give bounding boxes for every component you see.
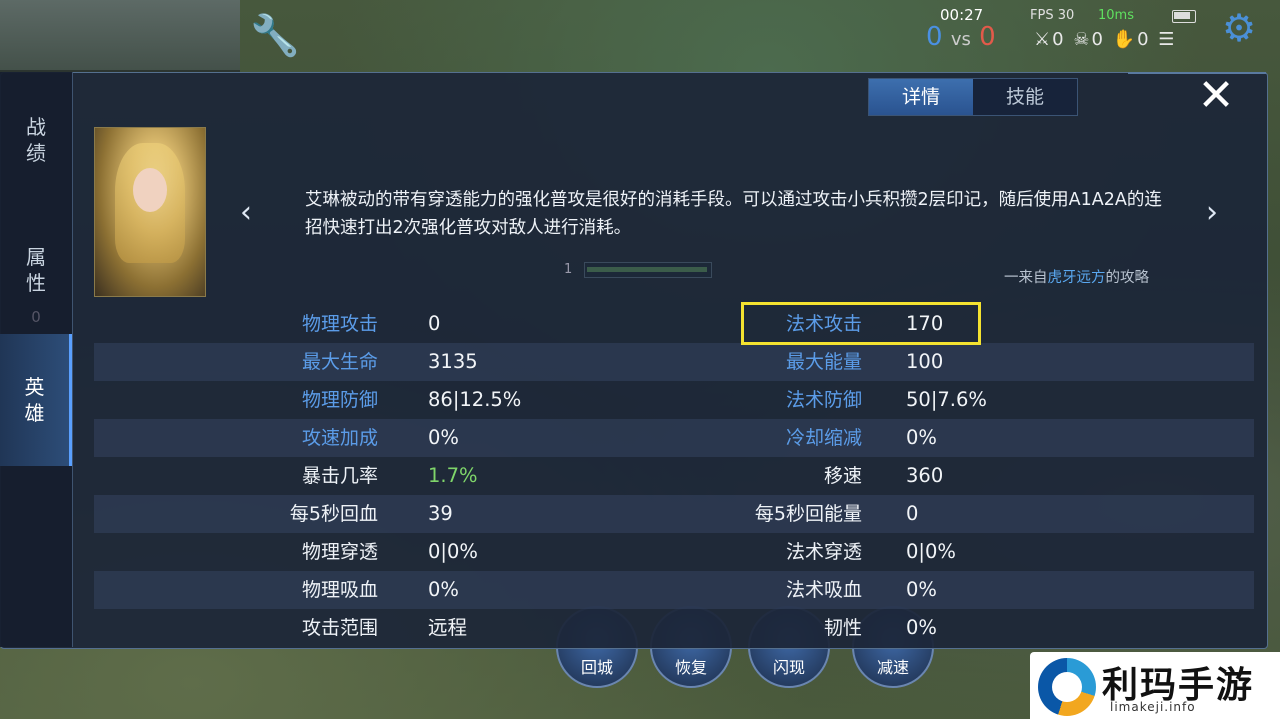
stat-value: 39 [428, 502, 453, 525]
kda-readout: ⚔0 ☠0 ✋0 ☰ [1034, 29, 1176, 50]
stat-value: 0% [428, 426, 459, 449]
kills-count: 0 [1052, 29, 1066, 50]
stat-row: 暴击几率 1.7% 移速 360 [94, 457, 1254, 495]
tab-bar: 详情 技能 [868, 78, 1078, 116]
stat-value: 0|0% [906, 540, 956, 563]
skill-label: 回城 [580, 658, 613, 677]
stat-value: 3135 [428, 350, 478, 373]
fps-readout: FPS 30 [1030, 8, 1075, 23]
tip-source-suffix: 的攻略 [1105, 270, 1150, 286]
portrait-face [133, 168, 167, 212]
hand-icon: ✋ [1112, 29, 1138, 50]
deaths-count: 0 [1091, 29, 1105, 50]
blue-score: 0 [926, 22, 943, 52]
stat-label[interactable]: 最大能量 [712, 343, 862, 381]
skull-icon: ☠ [1073, 29, 1092, 50]
tab-skills[interactable]: 技能 [973, 79, 1077, 115]
stat-value: 0 [428, 312, 441, 335]
tip-page-indicator[interactable] [584, 262, 712, 278]
stat-value: 50|7.6% [906, 388, 987, 411]
stat-label: 攻击范围 [301, 617, 378, 639]
skill-label: 减速 [876, 658, 909, 677]
list-icon[interactable]: ☰ [1158, 29, 1176, 50]
sidebar-item-hero[interactable]: 英 雄 [0, 334, 72, 466]
gear-icon[interactable]: ⚙ [1222, 6, 1256, 50]
stat-value: 远程 [428, 616, 468, 639]
skill-label: 恢复 [674, 658, 707, 677]
watermark-url: limakeji.info [1110, 700, 1196, 714]
chevron-right-icon[interactable]: › [1206, 195, 1218, 230]
stat-value: 0% [906, 616, 937, 639]
stat-label: 韧性 [823, 617, 862, 639]
stat-value: 0% [906, 578, 937, 601]
stat-row: 攻速加成 0% 冷却缩减 0% [94, 419, 1254, 457]
stat-label: 法术穿透 [785, 541, 862, 563]
chevron-left-icon[interactable]: ‹ [240, 195, 252, 230]
stat-value: 0% [428, 578, 459, 601]
watermark-logo-icon [1038, 658, 1096, 716]
tip-source-prefix: 一来自 [1004, 270, 1048, 286]
sidebar-zero: 0 [31, 308, 41, 326]
stat-value: 360 [906, 464, 944, 487]
stat-row: 物理防御 86|12.5% 法术防御 50|7.6% [94, 381, 1254, 419]
stat-label[interactable]: 法术防御 [712, 381, 862, 419]
stat-value: 100 [906, 350, 944, 373]
highlight-box [741, 302, 981, 345]
stat-value: 0|0% [428, 540, 478, 563]
stat-row: 攻击范围 远程 韧性 0% [94, 609, 1254, 647]
battery-icon [1172, 10, 1196, 23]
minimap[interactable] [0, 0, 240, 72]
sidebar-item-attributes[interactable]: 属 性 [0, 244, 72, 304]
stat-label: 每5秒回能量 [754, 503, 862, 525]
stat-value: 0% [906, 426, 937, 449]
close-icon[interactable]: ✕ [1190, 74, 1242, 118]
stat-label[interactable]: 最大生命 [228, 343, 378, 381]
stat-row: 物理攻击 0 法术攻击 170 [94, 305, 1254, 343]
stat-row: 物理吸血 0% 法术吸血 0% [94, 571, 1254, 609]
tip-source-author[interactable]: 虎牙远方 [1048, 270, 1106, 286]
stat-label[interactable]: 物理防御 [228, 381, 378, 419]
sidebar-item-record[interactable]: 战 绩 [0, 114, 72, 174]
stat-value: 0 [906, 502, 919, 525]
tip-source: 一来自虎牙远方的攻略 [1004, 266, 1149, 287]
stat-row: 每5秒回血 39 每5秒回能量 0 [94, 495, 1254, 533]
stat-label[interactable]: 冷却缩减 [712, 419, 862, 457]
stat-row: 最大生命 3135 最大能量 100 [94, 343, 1254, 381]
red-score: 0 [979, 22, 996, 52]
wrench-icon[interactable]: 🔧 [250, 12, 300, 60]
panel-sidebar: 战 绩 属 性 0 英 雄 [0, 72, 73, 647]
stat-row: 物理穿透 0|0% 法术穿透 0|0% [94, 533, 1254, 571]
stat-label: 法术吸血 [785, 579, 862, 601]
stat-label: 物理穿透 [301, 541, 378, 563]
ping-readout: 10ms [1098, 8, 1134, 23]
stat-label: 移速 [823, 465, 862, 487]
stat-label[interactable]: 物理攻击 [228, 305, 378, 343]
tip-page-number: 1 [564, 262, 573, 277]
stat-value: 1.7% [428, 464, 478, 487]
stat-label: 暴击几率 [301, 465, 378, 487]
stat-label[interactable]: 攻速加成 [228, 419, 378, 457]
team-score: 0 vs 0 [926, 22, 996, 52]
vs-label: vs [950, 29, 971, 50]
stat-label: 每5秒回血 [289, 503, 378, 525]
strategy-tip-text: 艾琳被动的带有穿透能力的强化普攻是很好的消耗手段。可以通过攻击小兵积攒2层印记，… [305, 190, 1162, 238]
skill-label: 闪现 [772, 658, 805, 677]
stat-value: 86|12.5% [428, 388, 522, 411]
sword-icon: ⚔ [1034, 29, 1053, 50]
assists-count: 0 [1137, 29, 1151, 50]
stat-label: 物理吸血 [301, 579, 378, 601]
watermark: 利玛手游 limakeji.info [1030, 652, 1280, 719]
tab-details[interactable]: 详情 [869, 79, 973, 115]
hero-portrait [94, 127, 206, 297]
